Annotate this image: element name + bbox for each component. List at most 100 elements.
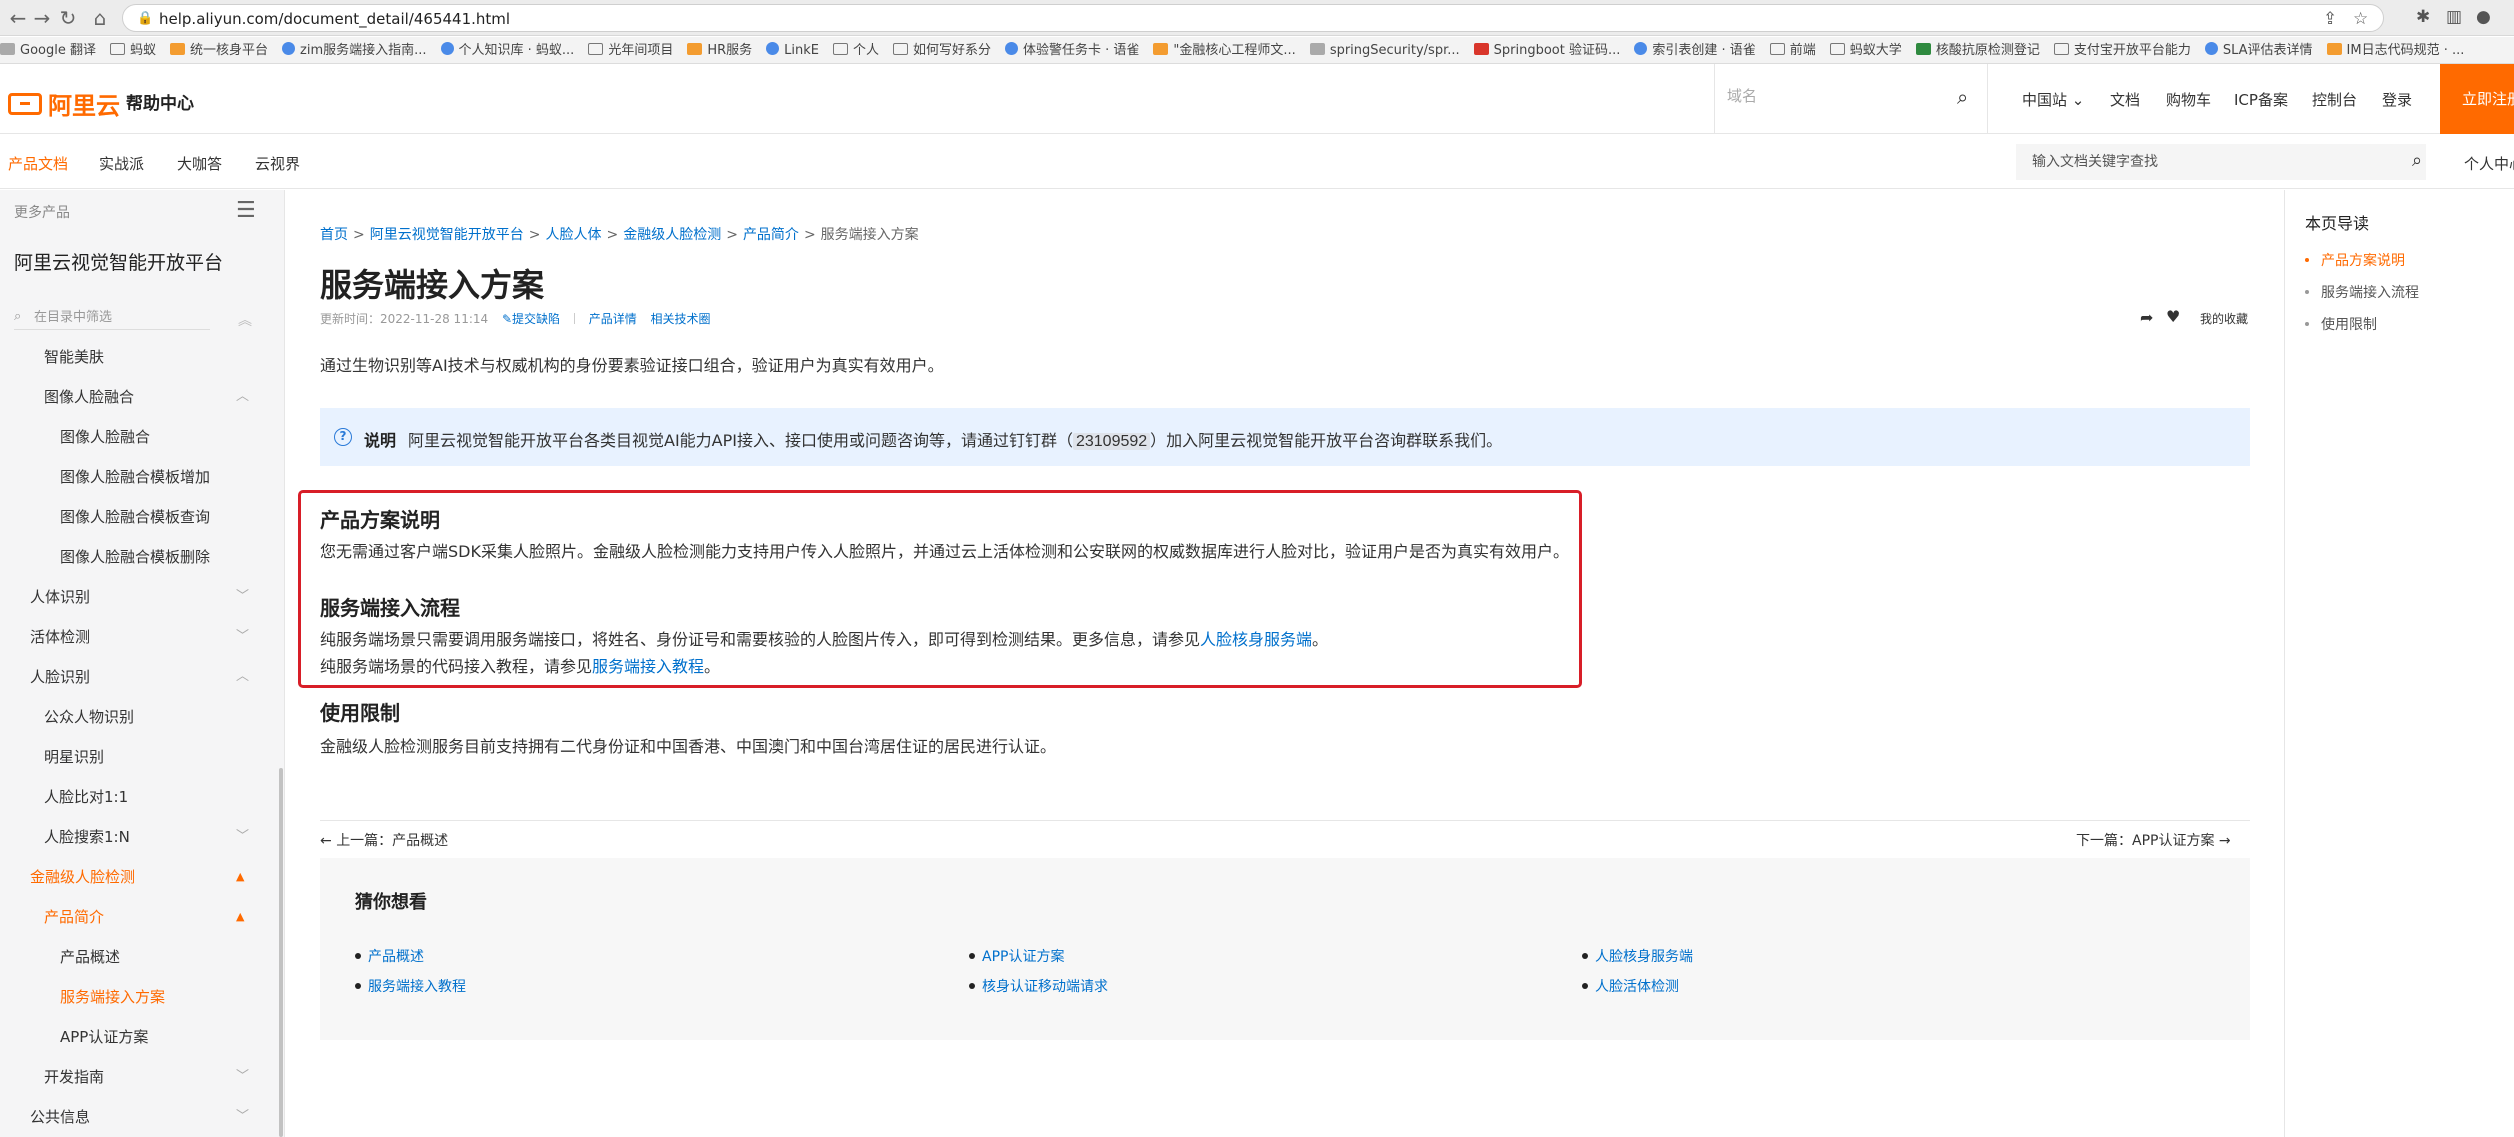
tree-item[interactable]: 图像人脸融合模板增加 — [0, 457, 283, 497]
bookmark-item[interactable]: 索引表创建 · 语雀 — [1634, 37, 1756, 63]
reload-icon[interactable]: ↻ — [56, 6, 80, 30]
tree-item[interactable]: 公众人物识别 — [0, 697, 283, 737]
bookmark-item[interactable]: 前端 — [1769, 37, 1816, 63]
tree-item[interactable]: 图像人脸融合模板删除 — [0, 537, 283, 577]
search-icon[interactable]: ⌕ — [1957, 85, 1968, 109]
caret-up-icon[interactable]: ▲ — [236, 857, 244, 897]
tree-item[interactable]: 产品简介 ▲ — [0, 897, 283, 937]
header-link-icp[interactable]: ICP备案 — [2234, 89, 2288, 110]
next-article-link[interactable]: 下一篇：APP认证方案 → — [2076, 830, 2231, 850]
chevron-down-icon[interactable]: ﹀ — [236, 1057, 249, 1097]
related-article-link[interactable]: 人脸核身服务端 — [1582, 946, 1693, 966]
region-selector[interactable]: 中国站 ⌄ — [2022, 89, 2084, 110]
tree-item[interactable]: 人脸搜索1:N ﹀ — [0, 817, 283, 857]
bookmark-item[interactable]: SLA评估表详情 — [2204, 37, 2313, 63]
bookmark-item[interactable]: 支付宝开放平台能力 — [2053, 37, 2191, 63]
search-icon[interactable]: ⌕ — [2412, 150, 2422, 171]
breadcrumb-financial-face[interactable]: 金融级人脸检测 — [623, 227, 721, 243]
bookmark-item[interactable]: 蚂蚁大学 — [1829, 37, 1902, 63]
forward-icon[interactable]: → — [30, 6, 54, 30]
bookmark-item[interactable]: zim服务端接入指南... — [282, 37, 427, 63]
personal-center-link[interactable]: 个人中心 — [2464, 153, 2514, 174]
tree-item[interactable]: 明星识别 — [0, 737, 283, 777]
bookmark-item[interactable]: Google 翻译 — [0, 37, 96, 63]
profile-icon[interactable]: ● — [2476, 7, 2491, 27]
tree-item[interactable]: 活体检测 ﹀ — [0, 617, 283, 657]
bookmark-item[interactable]: 核酸抗原检测登记 — [1915, 37, 2040, 63]
header-link-console[interactable]: 控制台 — [2312, 89, 2357, 110]
bookmark-item[interactable]: "金融核心工程师文... — [1153, 37, 1296, 63]
share-page-icon[interactable]: ⇪ — [2323, 9, 2337, 29]
related-article-link[interactable]: 核身认证移动端请求 — [969, 976, 1108, 996]
tree-item[interactable]: 图像人脸融合 ︿ — [0, 377, 283, 417]
face-verify-server-link[interactable]: 人脸核身服务端 — [1200, 630, 1312, 649]
address-bar[interactable]: 🔒 help.aliyun.com/document_detail/465441… — [122, 4, 2384, 32]
header-link-cart[interactable]: 购物车 — [2166, 89, 2211, 110]
bookmark-item[interactable]: 体验警任务卡 · 语雀 — [1005, 37, 1139, 63]
bookmark-item[interactable]: LinkE — [766, 37, 819, 63]
tree-item[interactable]: 图像人脸融合 — [0, 417, 283, 457]
tab-practice[interactable]: 实战派 — [99, 153, 144, 174]
domain-search-input[interactable] — [1727, 88, 1947, 105]
toc-item-product-solution[interactable]: 产品方案说明 — [2305, 250, 2405, 270]
chevron-down-icon[interactable]: ﹀ — [236, 1097, 249, 1137]
chevron-up-icon[interactable]: ︿ — [236, 377, 249, 417]
menu-icon[interactable]: ☰ — [236, 198, 256, 223]
bookmark-item[interactable]: 如何写好系分 — [893, 37, 991, 63]
sidepanel-icon[interactable]: ▥ — [2446, 7, 2462, 27]
header-link-docs[interactable]: 文档 — [2110, 89, 2140, 110]
toc-item-server-flow[interactable]: 服务端接入流程 — [2305, 282, 2419, 302]
breadcrumb-product-intro[interactable]: 产品简介 — [743, 227, 799, 243]
bookmark-item[interactable]: IM日志代码规范 · ... — [2326, 37, 2464, 63]
tree-item[interactable]: 金融级人脸检测 ▲ — [0, 857, 283, 897]
tree-item[interactable]: 开发指南 ﹀ — [0, 1057, 283, 1097]
submit-issue-link[interactable]: ✎提交缺陷 — [502, 312, 560, 326]
prev-article-link[interactable]: ← 上一篇：产品概述 — [320, 830, 448, 850]
extensions-icon[interactable]: ✱ — [2416, 7, 2430, 27]
bookmark-item[interactable]: 光年间项目 — [588, 37, 673, 63]
tree-item[interactable]: 图像人脸融合模板查询 — [0, 497, 283, 537]
bookmark-item[interactable]: Springboot 验证码... — [1473, 37, 1620, 63]
favorite-label[interactable]: 我的收藏 — [2200, 310, 2248, 327]
tree-item[interactable]: 服务端接入方案 — [0, 977, 283, 1017]
doc-search-input[interactable] — [2032, 153, 2372, 169]
tree-item[interactable]: 公共信息 ﹀ — [0, 1097, 283, 1137]
breadcrumb-face-body[interactable]: 人脸人体 — [545, 227, 601, 243]
chevron-down-icon[interactable]: ﹀ — [236, 817, 249, 857]
aliyun-logo[interactable]: 阿里云 — [8, 86, 120, 121]
toc-item-usage-limits[interactable]: 使用限制 — [2305, 314, 2377, 334]
home-icon[interactable]: ⌂ — [88, 6, 112, 30]
tree-item[interactable]: 人体识别 ﹀ — [0, 577, 283, 617]
bookmark-item[interactable]: 统一核身平台 — [170, 37, 268, 63]
bookmark-star-icon[interactable]: ☆ — [2353, 9, 2368, 29]
product-name[interactable]: 阿里云视觉智能开放平台 — [14, 248, 223, 275]
bookmark-item[interactable]: HR服务 — [687, 37, 752, 63]
product-detail-link[interactable]: 产品详情 — [589, 312, 637, 326]
server-tutorial-link[interactable]: 服务端接入教程 — [592, 657, 704, 676]
more-products-label[interactable]: 更多产品 — [14, 202, 70, 222]
tree-item[interactable]: 智能美肤 — [0, 337, 283, 377]
caret-up-icon[interactable]: ▲ — [236, 897, 244, 937]
help-center-title[interactable]: 帮助中心 — [126, 89, 194, 114]
sidebar-scrollbar[interactable] — [279, 768, 283, 1137]
related-article-link[interactable]: 人脸活体检测 — [1582, 976, 1679, 996]
heart-icon[interactable]: ♥ — [2166, 307, 2180, 326]
tree-item[interactable]: 产品概述 — [0, 937, 283, 977]
url-text[interactable]: help.aliyun.com/document_detail/465441.h… — [159, 10, 510, 28]
tab-cloud-view[interactable]: 云视界 — [255, 153, 300, 174]
bookmark-item[interactable]: springSecurity/spr... — [1309, 37, 1460, 63]
related-tech-link[interactable]: 相关技术圈 — [651, 312, 711, 326]
tab-expert-qa[interactable]: 大咖答 — [177, 153, 222, 174]
chevron-down-icon[interactable]: ﹀ — [236, 577, 249, 617]
share-icon[interactable]: ➦ — [2140, 308, 2153, 327]
bookmark-item[interactable]: 蚂蚁 — [109, 37, 156, 63]
header-link-login[interactable]: 登录 — [2382, 89, 2412, 110]
tree-item[interactable]: APP认证方案 — [0, 1017, 283, 1057]
tree-filter-input[interactable] — [34, 309, 204, 324]
breadcrumb-home[interactable]: 首页 — [320, 227, 348, 243]
related-article-link[interactable]: APP认证方案 — [969, 946, 1064, 966]
bookmark-item[interactable]: 个人知识库 · 蚂蚁... — [440, 37, 574, 63]
bookmark-item[interactable]: 个人 — [832, 37, 879, 63]
back-icon[interactable]: ← — [6, 6, 30, 30]
tree-item[interactable]: 人脸比对1:1 — [0, 777, 283, 817]
